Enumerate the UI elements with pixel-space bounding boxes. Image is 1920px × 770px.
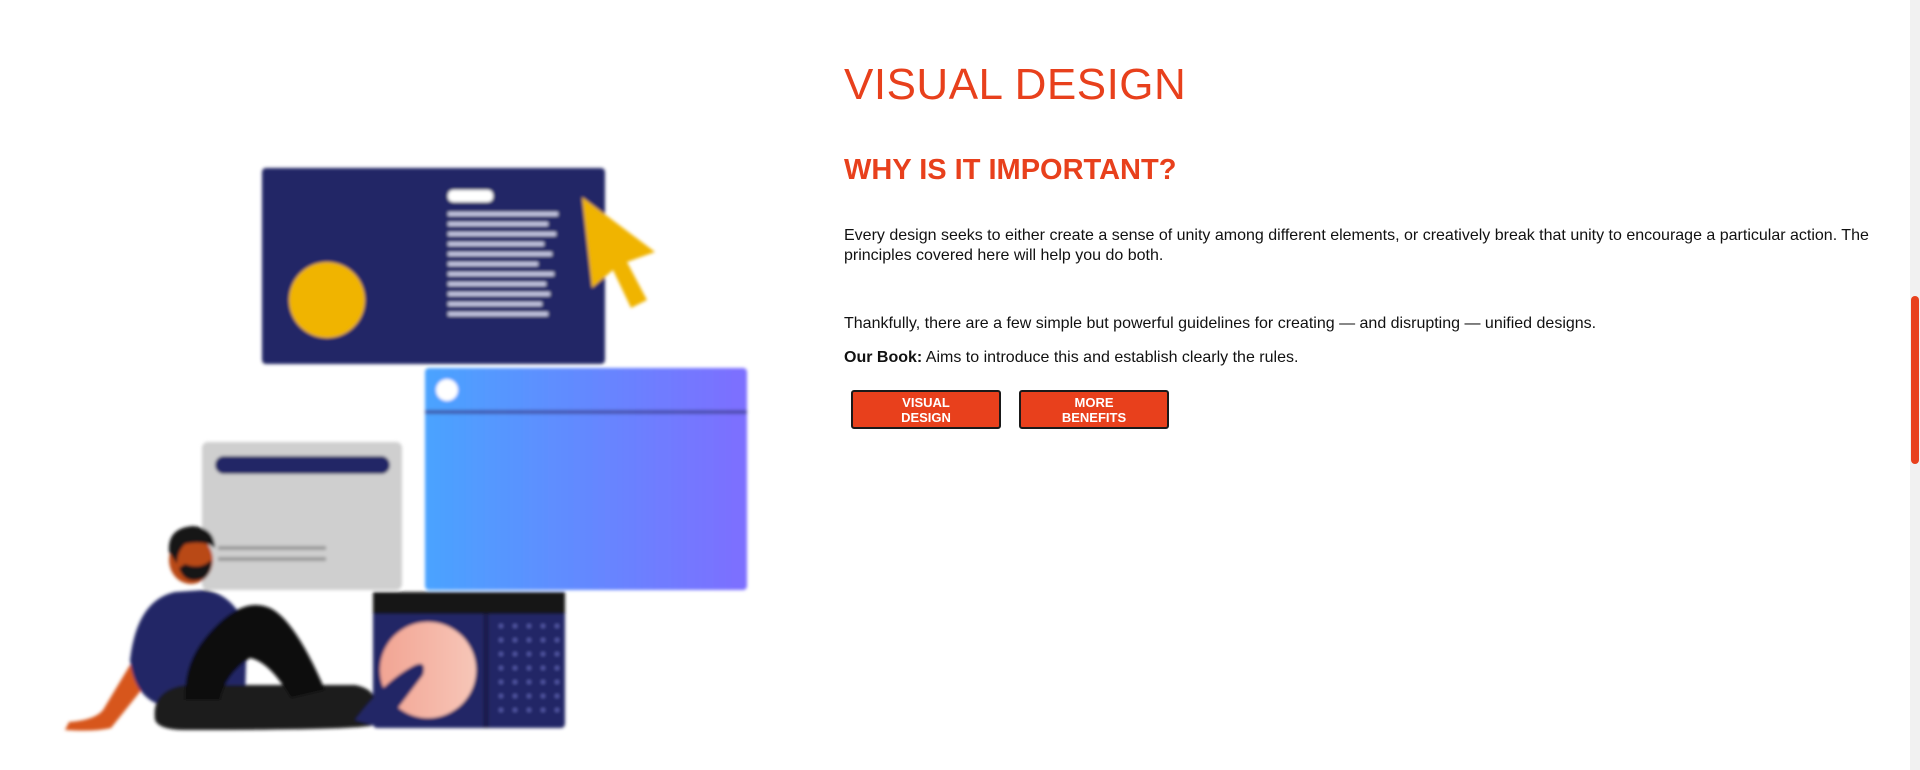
scrollbar-track[interactable]	[1910, 0, 1920, 770]
scrollbar-thumb[interactable]	[1911, 296, 1919, 464]
illustration-svg	[65, 168, 747, 731]
intro-paragraph: Every design seeks to either create a se…	[844, 227, 1869, 264]
book-text: Aims to introduce this and establish cle…	[922, 348, 1299, 366]
presentation-board-icon	[262, 168, 605, 364]
book-paragraph: Our Book: Aims to introduce this and est…	[844, 348, 1874, 367]
device-icon	[373, 592, 565, 728]
hero-illustration	[55, 160, 755, 740]
book-label: Our Book:	[844, 348, 923, 366]
visual-design-button[interactable]: VISUAL DESIGN	[851, 390, 1001, 430]
section-subtitle: WHY IS IT IMPORTANT?	[844, 153, 1177, 186]
more-benefits-button[interactable]: MORE BENEFITS	[1019, 390, 1169, 430]
card-icon	[202, 442, 402, 590]
guidelines-paragraph: Thankfully, there are a few simple but p…	[844, 314, 1597, 332]
content-section: VISUAL DESIGN WHY IS IT IMPORTANT? Every…	[844, 60, 1874, 430]
button-group: VISUAL DESIGN MORE BENEFITS	[851, 390, 1874, 430]
browser-window-icon	[425, 368, 747, 590]
section-title: VISUAL DESIGN	[844, 60, 1187, 109]
